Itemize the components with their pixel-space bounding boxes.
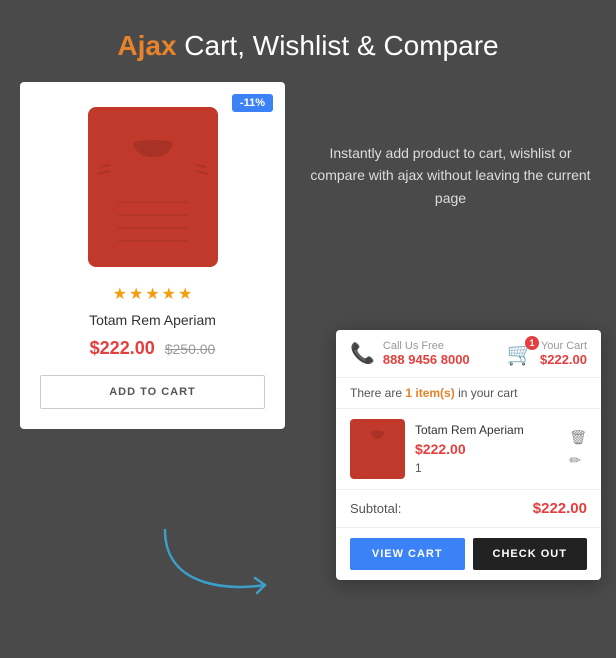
cart-item-image [350,419,405,479]
arrow-container [155,520,275,605]
cart-badge: 1 [525,336,539,350]
cart-header-cart: 🛒 1 Your Cart $222.00 [507,340,587,367]
subtotal-amount: $222.00 [533,500,587,517]
cart-item-details: Totam Rem Aperiam $222.00 1 [415,423,559,475]
product-image-container [40,102,265,272]
discount-badge: -11% [232,94,273,112]
cart-summary: Your Cart $222.00 [540,340,587,367]
page-title: Ajax Cart, Wishlist & Compare [0,0,616,82]
phone-icon: 📞 [350,341,375,366]
view-cart-button[interactable]: VIEW CART [350,538,465,570]
item-count: 1 item(s) [405,386,454,400]
info-prefix: There are [350,386,402,400]
call-us-info: Call Us Free 888 9456 8000 [383,340,470,367]
info-suffix: in your cart [458,386,517,400]
product-name: Totam Rem Aperiam [40,312,265,328]
cart-item: Totam Rem Aperiam $222.00 1 🗑 ✏ [336,409,601,490]
your-cart-label: Your Cart [540,340,587,352]
cart-actions: VIEW CART CHECK OUT [336,528,601,580]
cart-subtotal: Subtotal: $222.00 [336,490,601,528]
cart-header-phone: 📞 Call Us Free 888 9456 8000 [350,340,470,367]
cart-item-qty: 1 [415,461,559,475]
delete-icon[interactable]: 🗑 [569,429,587,446]
price-row: $222.00 $250.00 [40,338,265,359]
cart-item-actions: 🗑 ✏ [569,429,587,469]
cart-item-name: Totam Rem Aperiam [415,423,559,437]
call-us-label: Call Us Free [383,340,470,352]
description-content: Instantly add product to cart, wishlist … [310,145,590,206]
checkout-button[interactable]: CHECK OUT [473,538,588,570]
cart-popup: 📞 Call Us Free 888 9456 8000 🛒 1 Your Ca… [336,330,601,580]
title-rest: Cart, Wishlist & Compare [177,30,499,61]
phone-number: 888 9456 8000 [383,352,470,367]
edit-icon[interactable]: ✏ [569,452,587,469]
product-image [88,107,218,267]
add-to-cart-button[interactable]: ADD TO CART [40,375,265,409]
cart-info-bar: There are 1 item(s) in your cart [336,378,601,409]
current-price: $222.00 [90,338,155,359]
subtotal-label: Subtotal: [350,501,401,516]
cart-item-price: $222.00 [415,441,559,457]
cart-icon-wrap: 🛒 1 [507,341,534,367]
product-card: -11% [20,82,285,429]
cart-total-price: $222.00 [540,352,587,367]
star-rating: ★ ★ ★ ★ ★ [40,284,265,304]
title-ajax-word: Ajax [117,30,176,61]
cart-header: 📞 Call Us Free 888 9456 8000 🛒 1 Your Ca… [336,330,601,378]
original-price: $250.00 [165,341,216,357]
